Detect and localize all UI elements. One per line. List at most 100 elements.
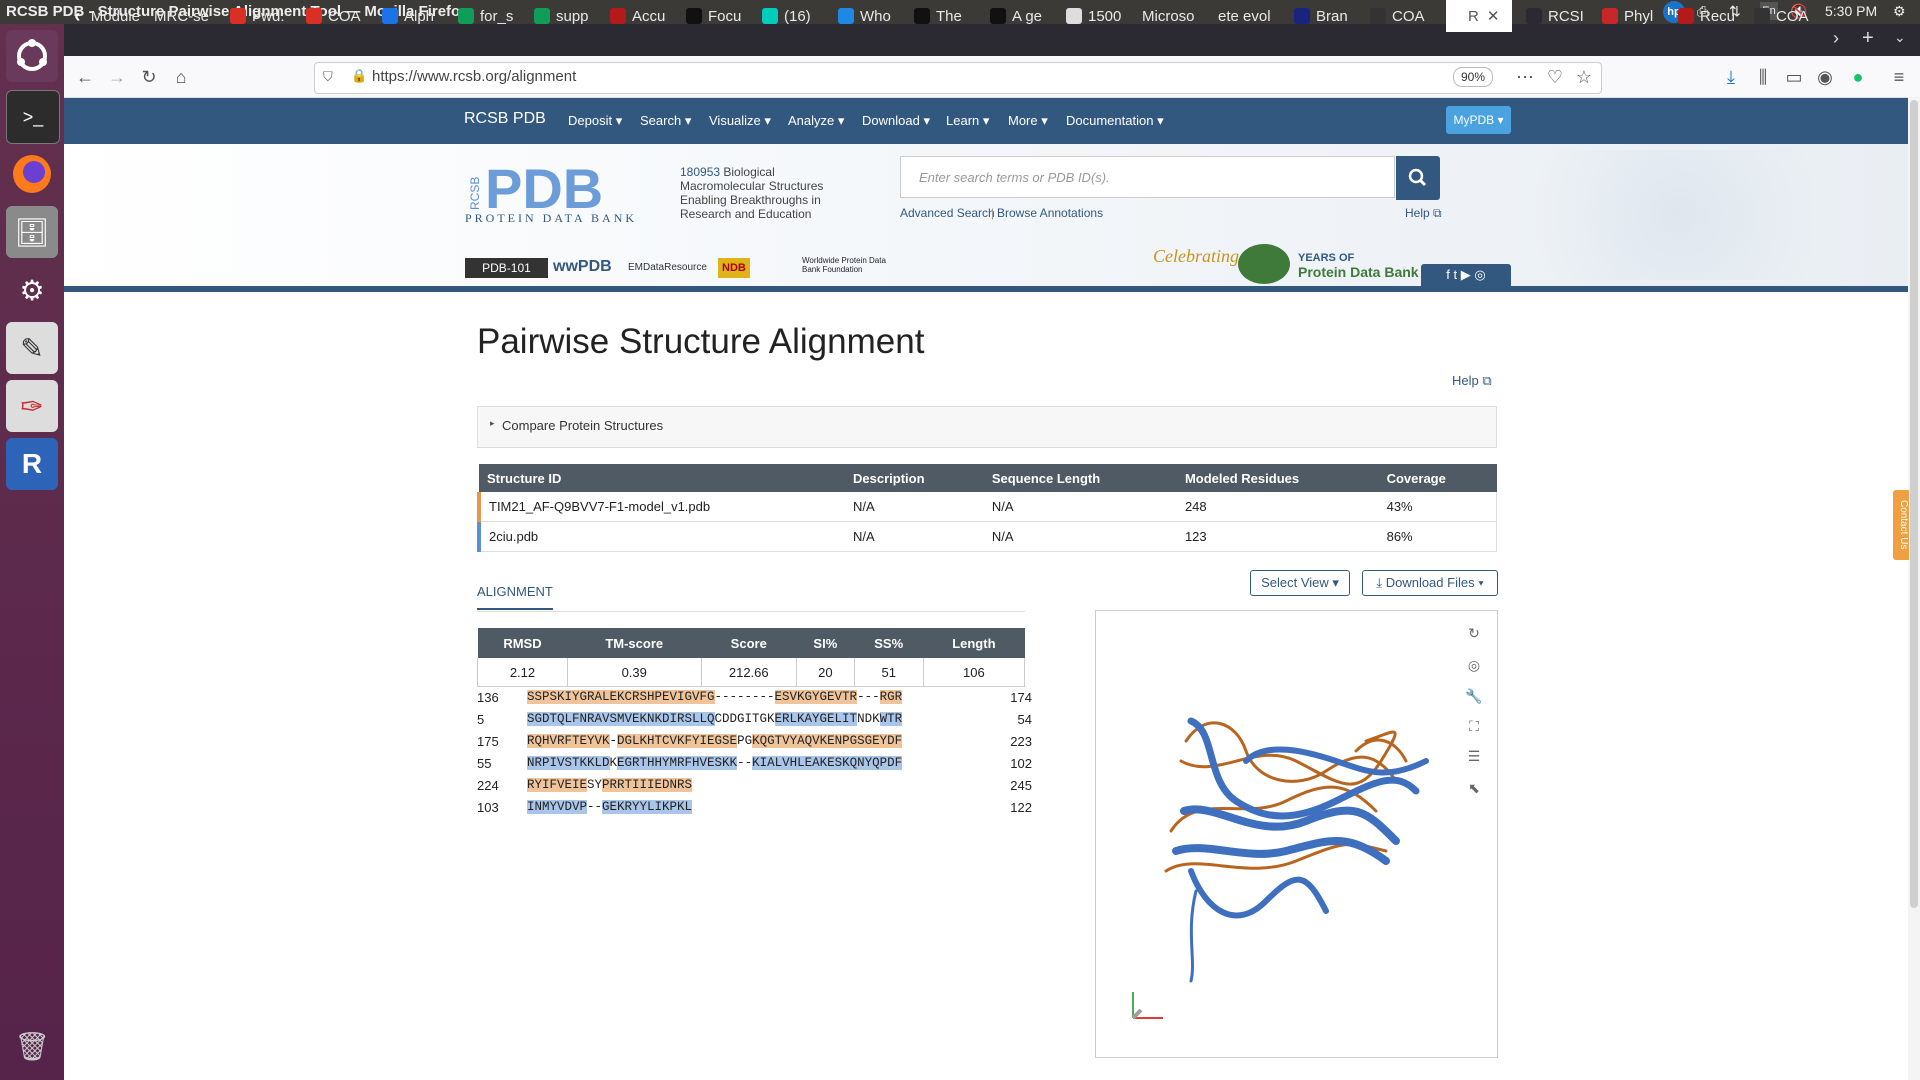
terminal-icon[interactable]: >_ [6,90,60,144]
browser-tab[interactable]: A ge [990,0,1052,32]
years-of-text: YEARS OF [1298,252,1355,264]
files-icon[interactable]: 🗄 [6,206,58,258]
text-editor-icon[interactable]: ✎ [6,322,58,374]
trash-icon[interactable]: 🗑 [6,1020,58,1072]
browser-tab[interactable]: COA [306,0,368,32]
ubuntu-dash-icon[interactable] [6,30,58,82]
partner-wwpdb-foundation[interactable]: Worldwide Protein Data Bank Foundation [802,256,894,274]
browser-tab[interactable]: COA [1370,0,1432,32]
url-text[interactable]: https://www.rcsb.org/alignment [372,68,576,85]
tab-label: Bran [1316,7,1348,25]
browser-tab[interactable]: R ✕ [1446,0,1512,32]
partner-wwpdb[interactable]: wwPDB [553,258,612,276]
browser-tab[interactable]: The [914,0,976,32]
expand-caret-icon[interactable]: ▸ [490,418,495,429]
rcsb-brand[interactable]: RCSB PDB [464,110,546,128]
downloads-icon[interactable]: ⤓ [1718,64,1744,90]
reset-view-icon[interactable]: ↻ [1463,622,1485,644]
settings-icon[interactable]: ⚙ [6,264,58,316]
nav-menu-more[interactable]: More ▾ [1008,113,1048,129]
browser-tab[interactable]: Focu [686,0,748,32]
select-mode-icon[interactable]: ⬉ [1463,777,1485,799]
twitter-icon[interactable]: t [1454,267,1458,282]
pdf-viewer-icon[interactable]: ✑ [6,380,58,432]
browser-tab[interactable]: 1500 [1066,0,1128,32]
bookmark-star-icon[interactable]: ☆ [1571,64,1597,90]
reload-icon[interactable]: ↻ [136,64,162,90]
forward-icon[interactable]: → [104,64,130,90]
nav-menu-download[interactable]: Download ▾ [862,113,930,129]
alignment-tab[interactable]: ALIGNMENT [477,584,553,610]
browser-tab[interactable]: ete evol [1218,0,1280,32]
structure-count[interactable]: 180953 [680,165,720,179]
hamburger-menu-icon[interactable]: ≡ [1886,64,1912,90]
facebook-icon[interactable]: f [1446,267,1450,282]
nav-menu-documentation[interactable]: Documentation ▾ [1066,113,1164,129]
home-icon[interactable]: ⌂ [168,64,194,90]
mypdb-button[interactable]: MyPDB ▾ [1446,106,1511,134]
clock[interactable]: 5:30 PM [1825,3,1877,19]
browser-tab[interactable]: Microso [1142,0,1204,32]
browser-tab[interactable]: Fwd: [230,0,292,32]
close-tab-icon[interactable]: ✕ [1487,7,1500,25]
rcsb-navbar [64,98,1920,144]
nav-menu-visualize[interactable]: Visualize ▾ [709,113,771,129]
header-help-link[interactable]: Help ⧉ [1405,206,1442,221]
tools-icon[interactable]: 🔧 [1463,685,1485,707]
browser-tab[interactable]: COA [1754,0,1816,32]
browser-tab[interactable]: (16) [762,0,824,32]
aligned-segment: ERLKAYGELIT [774,712,858,726]
browser-tab[interactable]: ‹ Module [70,0,140,32]
search-input[interactable]: Enter search terms or PDB ID(s). [900,156,1395,198]
system-gear-icon[interactable]: ⚙ [1893,3,1906,20]
account-icon[interactable]: ◉ [1812,64,1838,90]
tab-scroll-right-icon[interactable]: › [1833,28,1839,49]
zoom-level[interactable]: 90% [1453,67,1493,87]
back-icon[interactable]: ← [72,64,98,90]
camera-icon[interactable]: ◎ [1463,654,1485,676]
search-button[interactable] [1396,156,1440,200]
molecule-3d-viewer[interactable] [1095,610,1498,1058]
contact-us-tab[interactable]: Contact Us [1893,490,1909,560]
browse-annotations-link[interactable]: Browse Annotations [997,206,1103,220]
nav-menu-analyze[interactable]: Analyze ▾ [788,113,844,129]
browser-tab[interactable]: Accu [610,0,672,32]
pocket-icon[interactable]: ♡ [1542,64,1568,90]
fullscreen-icon[interactable]: ⛶ [1463,715,1485,737]
browser-tab[interactable]: MRC-se [154,0,216,32]
browser-tab[interactable]: Who [838,0,900,32]
settings-sliders-icon[interactable]: ☰ [1463,745,1485,767]
page-actions-icon[interactable]: ⋯ [1512,64,1538,90]
library-icon[interactable]: ⫼ [1750,64,1776,90]
r-studio-icon[interactable]: R [6,438,58,490]
browser-tab[interactable]: for_s [458,0,520,32]
nav-menu-deposit[interactable]: Deposit ▾ [568,113,622,129]
alignment-end: 174 [1010,690,1032,705]
browser-tab[interactable]: Phyl [1602,0,1664,32]
github-icon[interactable]: ◎ [1474,267,1485,282]
download-files-button[interactable]: ⤓ Download Files ▾ [1362,570,1498,596]
partner-emdataresource[interactable]: EMDataResource [628,262,707,273]
structure-cell-id: 2ciu.pdb [476,521,846,552]
nav-menu-search[interactable]: Search ▾ [640,113,691,129]
firefox-icon[interactable] [6,148,58,200]
browser-tab[interactable]: RCSI [1526,0,1588,32]
sidebar-icon[interactable]: ▭ [1781,64,1807,90]
nav-menu-learn[interactable]: Learn ▾ [946,113,989,129]
browser-tab[interactable]: Bran [1294,0,1356,32]
browser-tab[interactable]: Alph [382,0,444,32]
advanced-search-link[interactable]: Advanced Search [900,206,995,220]
partner-pdb101[interactable]: PDB-101 [465,258,548,278]
shield-icon[interactable]: ⛉ [323,69,333,85]
grammarly-icon[interactable]: ● [1845,64,1871,90]
select-view-button[interactable]: Select View ▾ [1250,570,1350,596]
browser-tab[interactable]: Recu [1678,0,1740,32]
browser-tab[interactable]: supp [534,0,596,32]
scrollbar-thumb[interactable] [1910,100,1918,908]
new-tab-icon[interactable]: + [1862,27,1874,50]
youtube-icon[interactable]: ▶ [1461,267,1471,282]
list-all-tabs-icon[interactable]: ⌄ [1894,29,1906,46]
help-link[interactable]: Help ⧉ [1452,373,1492,389]
compare-structures-label[interactable]: Compare Protein Structures [502,418,663,433]
partner-ndb[interactable]: NDB [718,258,750,278]
